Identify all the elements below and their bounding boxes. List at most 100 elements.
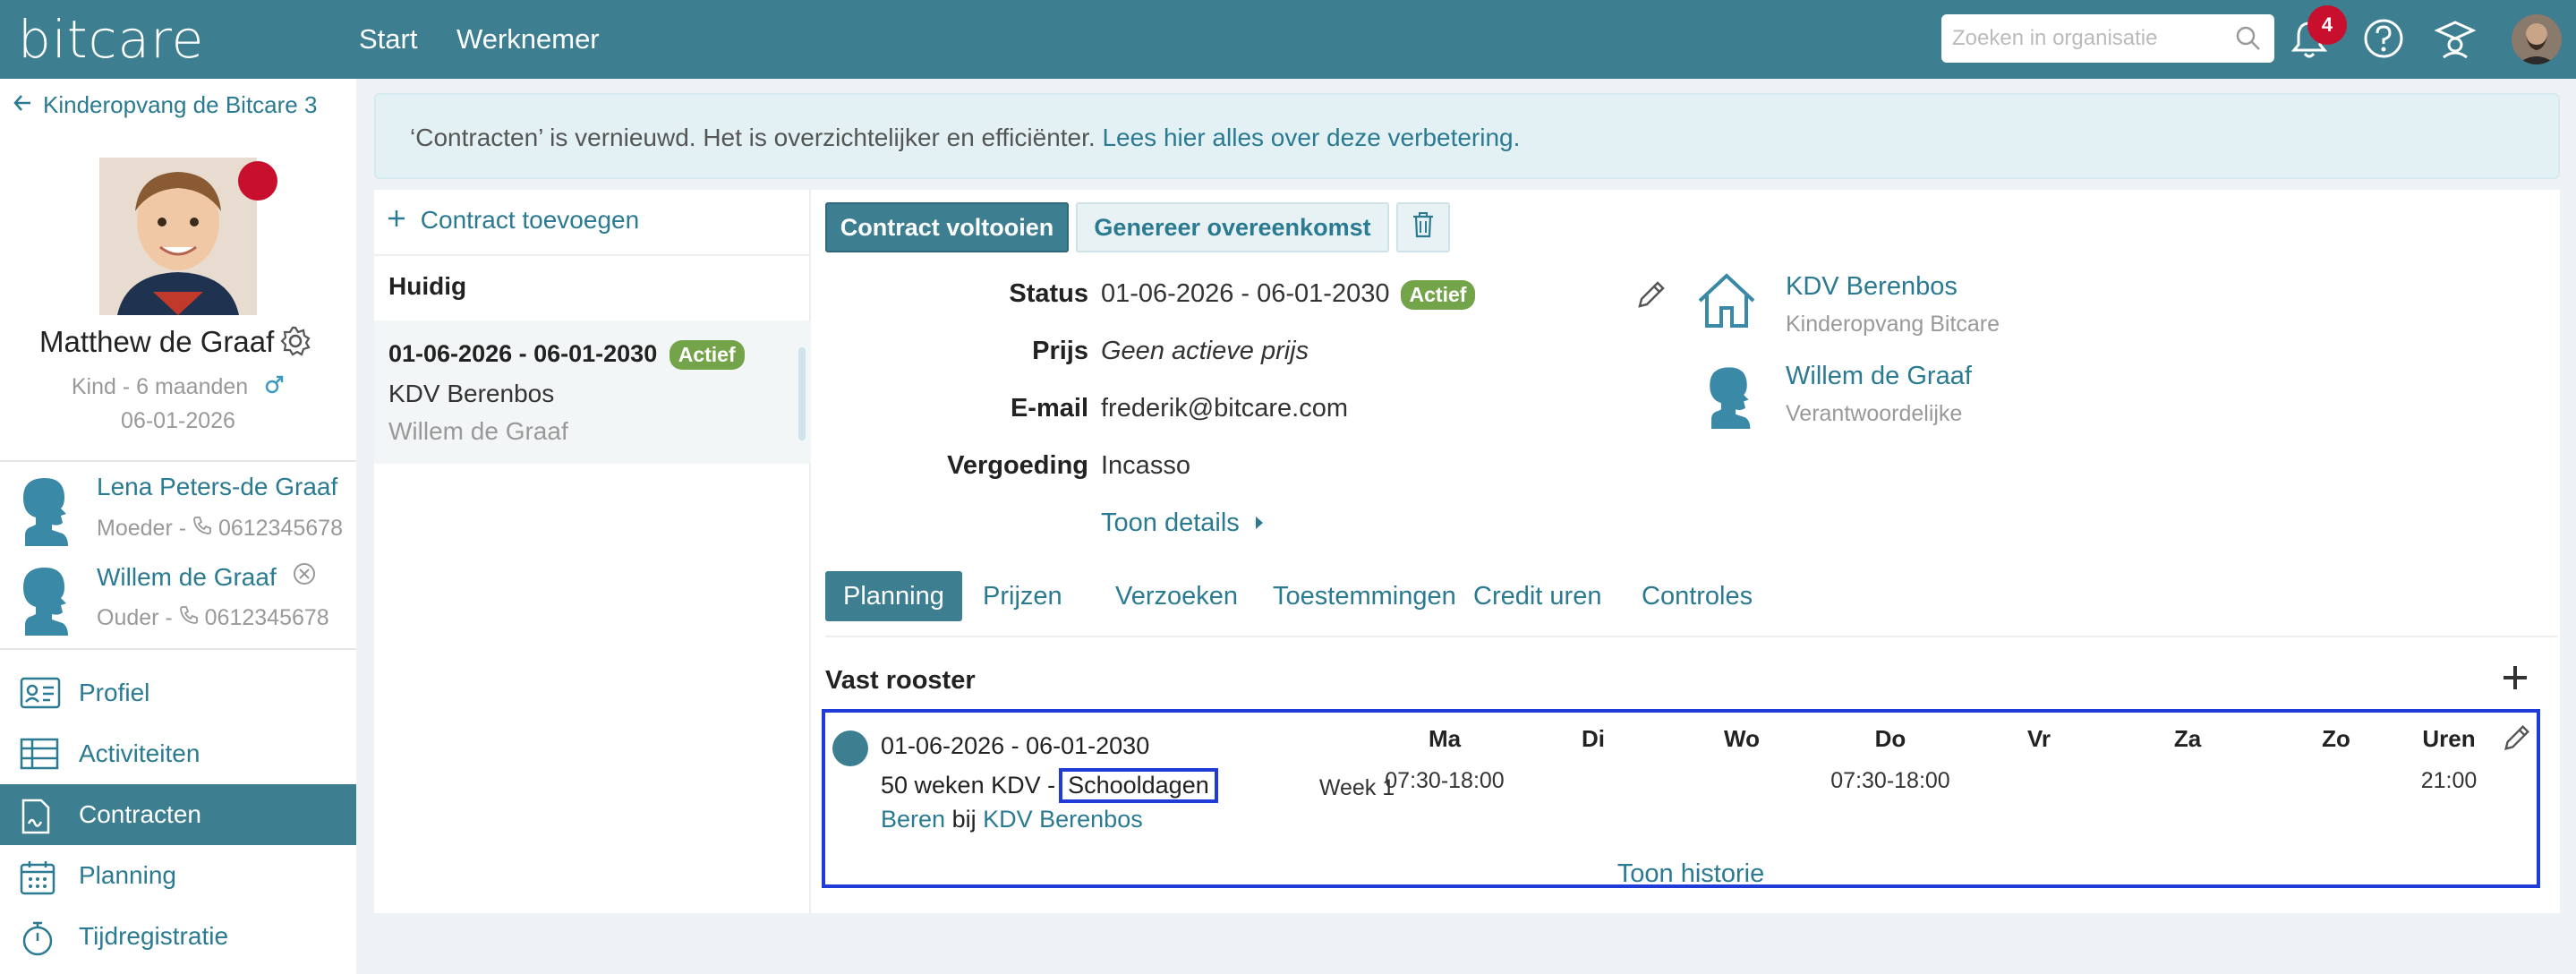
id-card-icon <box>20 677 61 715</box>
contact-name[interactable]: Willem de Graaf <box>97 562 316 592</box>
location-link[interactable]: KDV Berenbos <box>983 806 1143 833</box>
male-icon <box>265 374 285 399</box>
help-icon[interactable] <box>2363 18 2404 65</box>
phone-icon <box>192 516 218 541</box>
calendar-icon <box>20 859 55 901</box>
contract-person: Willem de Graaf <box>388 417 568 445</box>
tab-controles[interactable]: Controles <box>1642 571 1753 621</box>
delete-button[interactable] <box>1396 202 1450 252</box>
day-wo: Wo <box>1724 725 1760 752</box>
add-rooster-button[interactable] <box>2501 657 2529 702</box>
contact-meta: Ouder - 0612345678 <box>97 605 329 630</box>
responsible-role: Verantwoordelijke <box>1786 401 1963 426</box>
genereer-overeenkomst-button[interactable]: Genereer overeenkomst <box>1076 202 1389 252</box>
schedule-place: Beren bij KDV Berenbos <box>881 806 1143 833</box>
day-vr: Vr <box>2026 725 2051 752</box>
contract-voltooien-button[interactable]: Contract voltooien <box>825 202 1069 252</box>
banner-text: ‘Contracten’ is vernieuwd. Het is overzi… <box>410 124 1521 151</box>
divider <box>825 636 2558 637</box>
status-value: 01-06-2026 - 06-01-2030 Actief <box>1101 279 1476 310</box>
cell-do: 07:30-18:00 <box>1830 768 1950 793</box>
back-link-label[interactable]: Kinderopvang de Bitcare 3 <box>43 91 317 119</box>
day-zo: Zo <box>2322 725 2350 752</box>
status-label: Status <box>1009 279 1088 308</box>
tab-credit-uren[interactable]: Credit uren <box>1473 571 1601 621</box>
schedule-kdv: 50 weken KDV - Schooldagen <box>881 768 1218 803</box>
section-huidig: Huidig <box>374 254 811 319</box>
caret-right-icon <box>1254 508 1265 537</box>
menu-label[interactable]: Contracten <box>79 800 201 829</box>
prijs-value: Geen actieve prijs <box>1101 337 1309 365</box>
nav-start[interactable]: Start <box>359 23 417 56</box>
top-bar: bitcare Start Werknemer 4 <box>0 0 2576 79</box>
person-icon <box>1703 362 1753 436</box>
user-avatar[interactable] <box>2512 14 2562 64</box>
org-sub: Kinderopvang Bitcare <box>1786 312 2000 337</box>
pencil-icon[interactable] <box>1634 278 1668 318</box>
schedule-dates: 01-06-2026 - 06-01-2030 <box>881 732 1150 759</box>
add-contract-button[interactable]: Contract toevoegen <box>387 206 639 235</box>
sidebar: Kinderopvang de Bitcare 3 Matthew de Gra… <box>0 79 356 974</box>
menu-label[interactable]: Activiteiten <box>79 739 200 768</box>
schooldagen-highlight[interactable]: Schooldagen <box>1059 768 1218 803</box>
responsible-name[interactable]: Willem de Graaf <box>1786 362 1972 391</box>
email-value: frederik@bitcare.com <box>1101 394 1349 423</box>
tab-planning[interactable]: Planning <box>825 571 962 621</box>
child-photo <box>99 158 257 315</box>
child-name: Matthew de Graaf <box>39 325 275 358</box>
contact-item[interactable]: Willem de Graaf Ouder - 0612345678 <box>0 553 356 643</box>
tab-verzoeken[interactable]: Verzoeken <box>1115 571 1238 621</box>
contract-dates: 01-06-2026 - 06-01-2030 Actief <box>388 340 745 370</box>
contract-icon <box>20 799 52 841</box>
phone-icon <box>179 605 205 630</box>
notification-badge[interactable]: 4 <box>2307 5 2347 45</box>
academy-icon[interactable] <box>2434 18 2477 65</box>
search-box[interactable] <box>1941 14 2274 63</box>
schedule-color-dot <box>832 730 868 766</box>
menu-item-planning[interactable]: Planning <box>0 845 356 906</box>
info-banner: ‘Contracten’ is vernieuwd. Het is overzi… <box>374 93 2560 179</box>
status-badge: Actief <box>1400 280 1476 310</box>
table-icon <box>20 738 59 776</box>
day-di: Di <box>1582 725 1605 752</box>
toon-details-link[interactable]: Toon details <box>1101 508 1265 538</box>
search-icon[interactable] <box>2235 25 2262 58</box>
search-input[interactable] <box>1952 25 2221 52</box>
contact-name[interactable]: Lena Peters-de Graaf <box>97 473 337 501</box>
banner-link[interactable]: Lees hier alles over deze verbetering. <box>1102 124 1520 151</box>
contact-meta: Moeder - 0612345678 <box>97 516 343 541</box>
back-link[interactable]: Kinderopvang de Bitcare 3 <box>13 91 317 119</box>
child-meta: Kind - 6 maanden <box>0 374 356 400</box>
menu-label[interactable]: Profiel <box>79 679 149 707</box>
home-icon <box>1696 272 1757 336</box>
status-dot <box>238 161 277 201</box>
person-icon <box>16 562 72 642</box>
scrollbar[interactable] <box>798 347 806 440</box>
contact-item[interactable]: Lena Peters-de Graaf Moeder - 0612345678 <box>0 464 356 553</box>
org-name[interactable]: KDV Berenbos <box>1786 272 1958 302</box>
pencil-icon[interactable] <box>2501 722 2533 760</box>
menu-item-contracten[interactable]: Contracten <box>0 784 356 845</box>
contract-list-item[interactable]: 01-06-2026 - 06-01-2030 Actief KDV Beren… <box>374 320 811 464</box>
menu-label[interactable]: Planning <box>79 861 176 890</box>
nav-werknemer[interactable]: Werknemer <box>456 23 600 56</box>
menu-item-activiteiten[interactable]: Activiteiten <box>0 723 356 784</box>
menu-item-tijdregistratie[interactable]: Tijdregistratie <box>0 906 356 967</box>
bitcare-logo[interactable]: bitcare <box>18 9 204 70</box>
trash-icon <box>1412 211 1435 244</box>
toon-historie-link[interactable]: Toon historie <box>374 859 2560 889</box>
remove-icon[interactable] <box>293 563 316 591</box>
menu-item-profiel[interactable]: Profiel <box>0 662 356 723</box>
cell-uren: 21:00 <box>2420 768 2478 793</box>
vergoeding-value: Incasso <box>1101 451 1190 480</box>
cell-ma: 07:30-18:00 <box>1385 768 1505 793</box>
child-birthdate: 06-01-2026 <box>121 408 235 433</box>
tab-prijzen[interactable]: Prijzen <box>983 571 1062 621</box>
contract-list: Contract toevoegen Huidig 01-06-2026 - 0… <box>374 190 811 913</box>
divider <box>0 460 356 462</box>
vast-rooster-title: Vast rooster <box>825 666 976 695</box>
menu-label[interactable]: Tijdregistratie <box>79 922 228 951</box>
tab-toestemmingen[interactable]: Toestemmingen <box>1273 571 1456 621</box>
group-link[interactable]: Beren <box>881 806 945 833</box>
gear-icon[interactable] <box>280 326 311 363</box>
